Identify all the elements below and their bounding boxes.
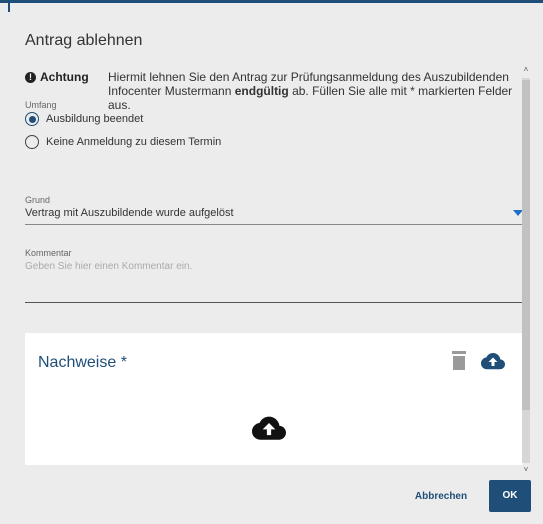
- notice-emphasis: endgültig: [234, 84, 289, 98]
- dialog-title: Antrag ablehnen: [25, 32, 143, 49]
- nachweise-card: Nachweise *: [25, 333, 523, 465]
- cancel-button[interactable]: Abbrechen: [411, 487, 471, 507]
- grund-value: Vertrag mit Auszubildende wurde aufgelös…: [25, 207, 234, 219]
- nachweise-title: Nachweise *: [38, 354, 127, 371]
- notice-text: Hiermit lehnen Sie den Antrag zur Prüfun…: [105, 70, 525, 112]
- radio-keine-anmeldung[interactable]: Keine Anmeldung zu diesem Termin: [25, 135, 221, 149]
- scroll-down-icon[interactable]: ˅: [522, 466, 530, 474]
- kommentar-input[interactable]: Geben Sie hier einen Kommentar ein.: [25, 261, 525, 303]
- cloud-upload-icon[interactable]: [481, 352, 505, 370]
- ok-button[interactable]: OK: [489, 480, 531, 512]
- scroll-up-icon[interactable]: ˄: [522, 66, 530, 74]
- radio-label: Ausbildung beendet: [46, 113, 144, 125]
- notice-label-text: Achtung: [40, 70, 89, 84]
- left-border-fragment: [8, 0, 10, 12]
- radio-label: Keine Anmeldung zu diesem Termin: [46, 136, 222, 148]
- dialog-content[interactable]: ! Achtung Hiermit lehnen Sie den Antrag …: [10, 66, 530, 476]
- umfang-label: Umfang: [25, 100, 57, 110]
- radio-unselected-icon[interactable]: [25, 135, 39, 149]
- notice: ! Achtung Hiermit lehnen Sie den Antrag …: [25, 70, 525, 112]
- grund-select[interactable]: Vertrag mit Auszubildende wurde aufgelös…: [25, 207, 525, 225]
- trash-icon[interactable]: [450, 351, 468, 371]
- notice-label: ! Achtung: [25, 70, 105, 84]
- notice-line-2a: Infocenter Mustermann: [108, 84, 235, 98]
- reject-dialog: Antrag ablehnen ! Achtung Hiermit lehnen…: [10, 14, 543, 524]
- top-border: [0, 0, 543, 3]
- scrollbar[interactable]: ˄ ˅: [522, 66, 530, 476]
- grund-label: Grund: [25, 195, 51, 205]
- notice-line-1: Hiermit lehnen Sie den Antrag zur Prüfun…: [108, 70, 509, 84]
- cloud-upload-dropzone-icon[interactable]: [252, 415, 286, 441]
- alert-icon: !: [25, 71, 36, 83]
- radio-selected-icon[interactable]: [25, 112, 39, 126]
- radio-ausbildung-beendet[interactable]: Ausbildung beendet: [25, 112, 143, 126]
- kommentar-label: Kommentar: [25, 248, 72, 258]
- scrollbar-thumb[interactable]: [522, 80, 530, 410]
